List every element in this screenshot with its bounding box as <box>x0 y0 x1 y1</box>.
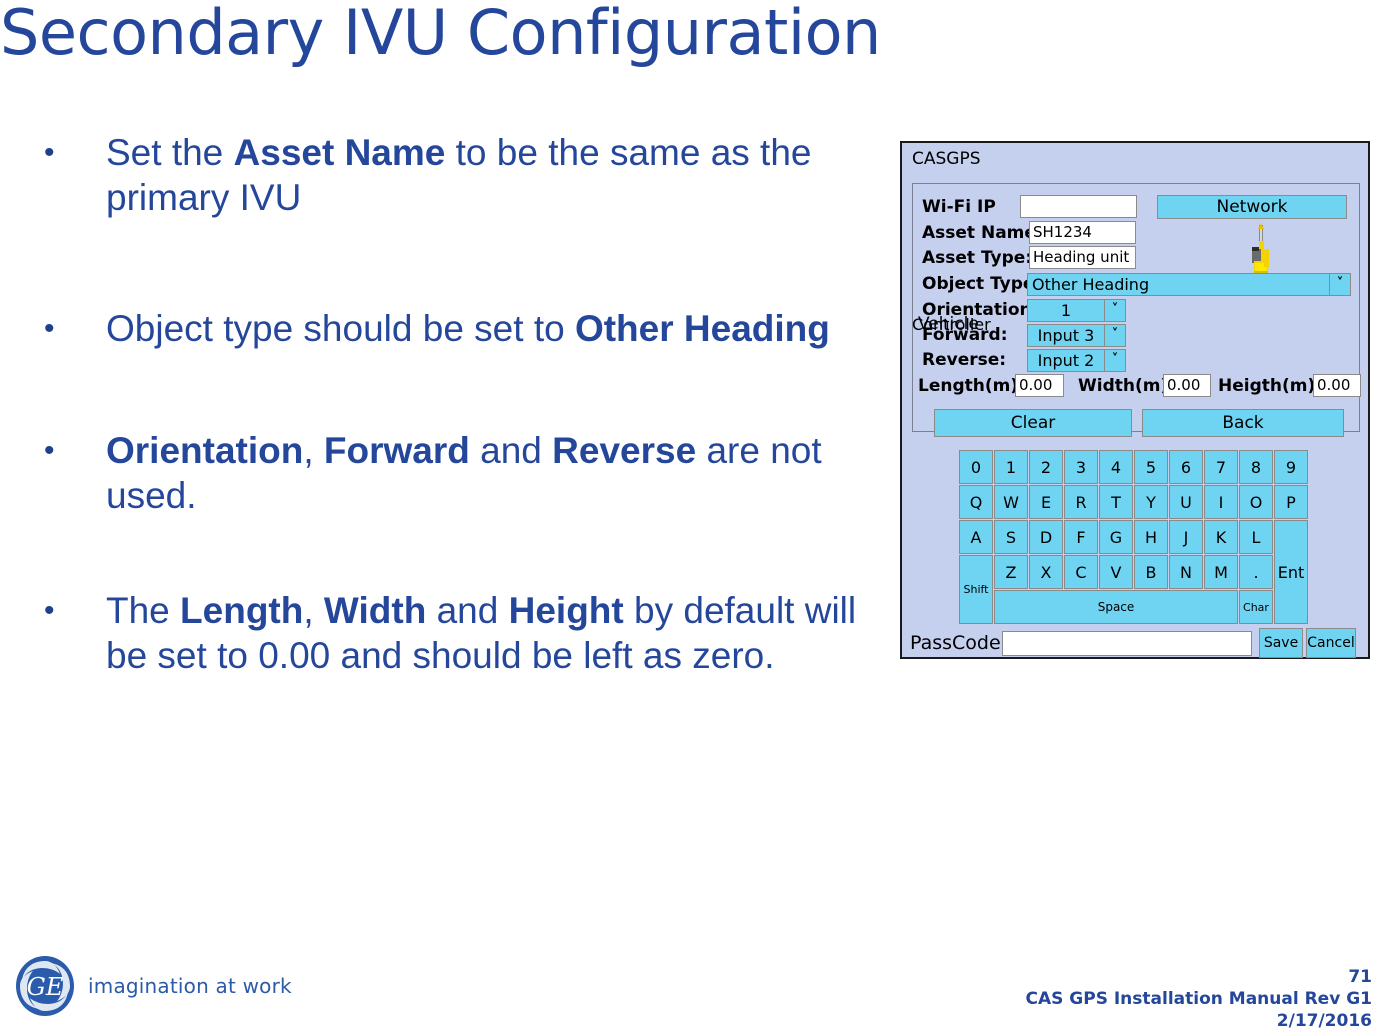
key-m[interactable]: M <box>1204 555 1238 589</box>
ge-tagline: imagination at work <box>88 974 292 998</box>
wifi-ip-label: Wi-Fi IP <box>922 197 996 217</box>
key-3[interactable]: 3 <box>1064 450 1098 484</box>
key-y[interactable]: Y <box>1134 485 1168 519</box>
key-9[interactable]: 9 <box>1274 450 1308 484</box>
ge-logo: GE imagination at work <box>14 955 292 1017</box>
height-input[interactable]: 0.00 <box>1313 374 1361 397</box>
key-6[interactable]: 6 <box>1169 450 1203 484</box>
key-shift[interactable]: Shift <box>959 555 993 624</box>
ge-monogram-icon: GE <box>16 956 74 1016</box>
save-button[interactable]: Save <box>1259 628 1303 658</box>
key-h[interactable]: H <box>1134 520 1168 554</box>
bullet-marker: • <box>44 434 55 467</box>
bullet-text: Object type should be set to Other Headi… <box>106 308 830 349</box>
bullet-list: • Set the Asset Name to be the same as t… <box>34 130 864 686</box>
document-date: 2/17/2016 <box>1276 1011 1372 1031</box>
forward-chevron-down-icon[interactable]: ˅ <box>1104 324 1126 347</box>
key-period[interactable]: . <box>1239 555 1273 589</box>
key-r[interactable]: R <box>1064 485 1098 519</box>
key-2[interactable]: 2 <box>1029 450 1063 484</box>
key-v[interactable]: V <box>1099 555 1133 589</box>
key-char[interactable]: Char <box>1239 590 1273 624</box>
bullet-marker: • <box>44 136 55 169</box>
key-a[interactable]: A <box>959 520 993 554</box>
key-1[interactable]: 1 <box>994 450 1028 484</box>
key-c[interactable]: C <box>1064 555 1098 589</box>
key-4[interactable]: 4 <box>1099 450 1133 484</box>
key-7[interactable]: 7 <box>1204 450 1238 484</box>
key-q[interactable]: Q <box>959 485 993 519</box>
key-space[interactable]: Space <box>994 590 1238 624</box>
bullet-marker: • <box>44 594 55 627</box>
back-button[interactable]: Back <box>1142 409 1344 437</box>
list-item: • Orientation, Forward and Reverse are n… <box>34 428 864 518</box>
bullet-text: The Length, Width and Height by default … <box>106 590 857 676</box>
group-label-vehicle: Vehicle <box>918 314 979 334</box>
key-0[interactable]: 0 <box>959 450 993 484</box>
vehicle-icon <box>1252 223 1269 275</box>
svg-text:GE: GE <box>27 973 64 1001</box>
length-label: Length(m): <box>918 376 1025 396</box>
key-p[interactable]: P <box>1274 485 1308 519</box>
dialog-title: CASGPS <box>912 149 981 169</box>
passcode-input[interactable] <box>1002 631 1252 656</box>
key-x[interactable]: X <box>1029 555 1063 589</box>
reverse-chevron-down-icon[interactable]: ˅ <box>1104 349 1126 372</box>
forward-select[interactable]: Input 3 <box>1027 324 1105 347</box>
key-enter[interactable]: Ent <box>1274 520 1308 624</box>
key-8[interactable]: 8 <box>1239 450 1273 484</box>
asset-name-label: Asset Name: <box>922 223 1043 243</box>
key-n[interactable]: N <box>1169 555 1203 589</box>
key-j[interactable]: J <box>1169 520 1203 554</box>
footer-meta: 71 CAS GPS Installation Manual Rev G1 2/… <box>1025 966 1372 1032</box>
network-button[interactable]: Network <box>1157 195 1347 219</box>
orientation-select[interactable]: 1 <box>1027 299 1105 322</box>
key-e[interactable]: E <box>1029 485 1063 519</box>
object-type-label: Object Type: <box>922 274 1042 294</box>
width-input[interactable]: 0.00 <box>1163 374 1211 397</box>
wifi-ip-input[interactable] <box>1020 195 1137 218</box>
object-type-chevron-down-icon[interactable]: ˅ <box>1329 273 1351 296</box>
asset-type-input[interactable]: Heading unit <box>1029 246 1136 269</box>
bullet-text: Orientation, Forward and Reverse are not… <box>106 430 822 516</box>
list-item: • The Length, Width and Height by defaul… <box>34 588 864 678</box>
reverse-label: Reverse: <box>922 350 1007 370</box>
page-title: Secondary IVU Configuration <box>0 0 881 69</box>
asset-name-input[interactable]: SH1234 <box>1029 221 1136 244</box>
passcode-label: PassCode: <box>910 632 1008 654</box>
bullet-text: Set the Asset Name to be the same as the… <box>106 132 812 218</box>
orientation-chevron-down-icon[interactable]: ˅ <box>1104 299 1126 322</box>
key-z[interactable]: Z <box>994 555 1028 589</box>
list-item: • Object type should be set to Other Hea… <box>34 306 864 352</box>
key-5[interactable]: 5 <box>1134 450 1168 484</box>
cancel-button[interactable]: Cancel <box>1306 628 1356 658</box>
width-label: Width(m): <box>1078 376 1176 396</box>
asset-type-label: Asset Type: <box>922 248 1033 268</box>
key-w[interactable]: W <box>994 485 1028 519</box>
key-b[interactable]: B <box>1134 555 1168 589</box>
key-f[interactable]: F <box>1064 520 1098 554</box>
length-input[interactable]: 0.00 <box>1015 374 1064 397</box>
key-g[interactable]: G <box>1099 520 1133 554</box>
bullet-marker: • <box>44 312 55 345</box>
key-s[interactable]: S <box>994 520 1028 554</box>
key-i[interactable]: I <box>1204 485 1238 519</box>
object-type-select[interactable]: Other Heading <box>1027 273 1330 296</box>
casgps-dialog: CASGPS Controller Vehicle Wi-Fi IP Netwo… <box>900 141 1370 659</box>
key-u[interactable]: U <box>1169 485 1203 519</box>
key-t[interactable]: T <box>1099 485 1133 519</box>
clear-button[interactable]: Clear <box>934 409 1132 437</box>
key-d[interactable]: D <box>1029 520 1063 554</box>
key-k[interactable]: K <box>1204 520 1238 554</box>
key-o[interactable]: O <box>1239 485 1273 519</box>
reverse-select[interactable]: Input 2 <box>1027 349 1105 372</box>
list-item: • Set the Asset Name to be the same as t… <box>34 130 864 220</box>
height-label: Heigth(m): <box>1218 376 1323 396</box>
key-l[interactable]: L <box>1239 520 1273 554</box>
manual-title: CAS GPS Installation Manual Rev G1 <box>1025 989 1372 1009</box>
page-number: 71 <box>1348 967 1372 987</box>
